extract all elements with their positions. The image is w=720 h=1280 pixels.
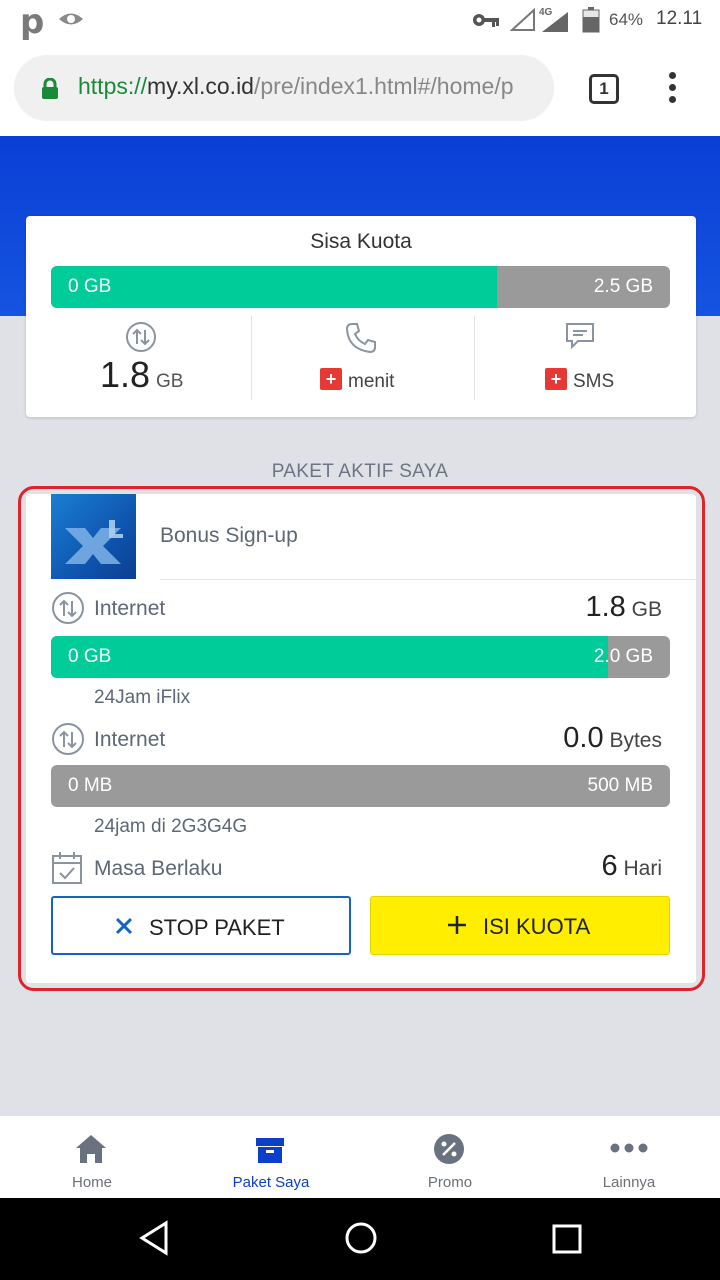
quota-row-unit: GB: [631, 598, 662, 621]
nav-item-label: Promo: [427, 1174, 473, 1191]
quota-row-value: 1.8 GB: [585, 591, 662, 624]
voice-label: menit: [348, 371, 395, 392]
url-host: my.xl.co.id: [147, 73, 254, 99]
divider: [474, 316, 475, 400]
home-button-icon[interactable]: [343, 1220, 379, 1256]
clock: 12.11: [656, 8, 703, 29]
tab-switcher-button[interactable]: 1: [589, 74, 619, 104]
calendar-icon: [52, 852, 82, 884]
add-voice-icon[interactable]: +: [320, 368, 342, 390]
quota-summary-bar: 0 GB 2.5 GB: [51, 266, 670, 308]
divider: [160, 579, 696, 580]
quota-row-bar-min: 0 MB: [68, 775, 113, 796]
validity-label: Masa Berlaku: [94, 857, 223, 880]
url-path: /pre/index1.html#/home/p: [253, 73, 514, 99]
quota-summary-card: Sisa Kuota 0 GB 2.5 GB 1.8 GB + menit + …: [26, 216, 696, 417]
top-up-quota-button[interactable]: ISI KUOTA: [370, 896, 670, 955]
battery-icon: [582, 7, 600, 33]
quota-row-bar-min: 0 GB: [68, 646, 112, 667]
back-icon[interactable]: [138, 1220, 170, 1256]
quota-summary-bar-max: 2.5 GB: [593, 276, 653, 297]
nav-item-label: Paket Saya: [232, 1174, 310, 1191]
stop-package-label: STOP PAKET: [149, 915, 285, 940]
eye-icon: [59, 13, 83, 25]
quota-row-bar-max: 2.0 GB: [593, 646, 653, 667]
phone-icon: [345, 323, 376, 354]
app-notification-icon: p: [20, 2, 45, 42]
nav-item-paket-saya[interactable]: Paket Saya: [181, 1116, 361, 1199]
quota-summary-bar-min: 0 GB: [68, 276, 112, 297]
data-transfer-icon: [52, 592, 84, 624]
recents-icon[interactable]: [551, 1223, 583, 1255]
quota-summary-title: Sisa Kuota: [310, 230, 412, 253]
nav-item-lainnya[interactable]: Lainnya: [539, 1116, 719, 1199]
validity-days: 6: [601, 850, 618, 882]
divider: [251, 316, 252, 400]
quota-row-bar: 0 GB 2.0 GB: [51, 636, 670, 678]
quota-row-bar: 0 MB 500 MB: [51, 765, 670, 807]
signal-4g-icon: [542, 12, 568, 32]
xl-logo: [51, 494, 136, 579]
validity-value: 6 Hari: [602, 850, 663, 883]
data-remaining-value: 1.8: [100, 354, 151, 395]
nav-item-home[interactable]: Home: [2, 1116, 182, 1199]
sms-icon: [566, 323, 594, 350]
signal-icon: [510, 8, 535, 31]
browser-menu-icon[interactable]: [660, 72, 684, 108]
add-sms-icon[interactable]: +: [545, 368, 567, 390]
data-transfer-icon: [52, 723, 84, 755]
quota-row-label: Internet: [94, 728, 166, 751]
quota-row-value: 0.0 Bytes: [563, 722, 662, 755]
close-icon: [115, 917, 133, 935]
data-transfer-icon: [126, 322, 156, 352]
quota-row-label: Internet: [94, 597, 166, 620]
nav-item-label: Lainnya: [602, 1174, 656, 1191]
box-icon: [256, 1138, 284, 1163]
browser-toolbar: https://my.xl.co.id/pre/index1.html#/hom…: [0, 40, 720, 136]
promo-icon: [434, 1134, 464, 1164]
status-bar: p 4G 64% 12.11: [0, 0, 720, 42]
quota-row-bar-max: 500 MB: [587, 775, 653, 796]
quota-summary-bar-fill: [51, 266, 497, 308]
home-icon: [76, 1135, 106, 1163]
validity-unit: Hari: [623, 857, 662, 880]
quota-row-unit: Bytes: [609, 729, 662, 752]
url-text[interactable]: https://my.xl.co.id/pre/index1.html#/hom…: [78, 73, 540, 103]
system-navigation-bar: [0, 1198, 720, 1280]
package-card: Bonus Sign-up Internet 1.8 GB 0 GB 2.0 G…: [26, 494, 696, 983]
quota-row-note: 24Jam iFlix: [94, 687, 191, 708]
bottom-navigation: Home Paket Saya Promo Lainnya: [0, 1115, 720, 1198]
url-scheme: https://: [78, 73, 148, 99]
nav-item-label: Home: [71, 1174, 112, 1191]
quota-row-amount: 1.8: [585, 591, 626, 623]
quota-row-bar-fill: [51, 636, 609, 678]
top-up-quota-label: ISI KUOTA: [483, 914, 591, 939]
stop-package-button[interactable]: STOP PAKET: [51, 896, 351, 955]
package-name: Bonus Sign-up: [160, 524, 298, 547]
quota-row-amount: 0.0: [563, 722, 604, 754]
nav-item-promo[interactable]: Promo: [360, 1116, 540, 1199]
section-title: PAKET AKTIF SAYA: [271, 461, 449, 482]
battery-percent: 64%: [609, 10, 644, 29]
url-bar[interactable]: https://my.xl.co.id/pre/index1.html#/hom…: [14, 55, 554, 121]
quota-row-note: 24jam di 2G3G4G: [94, 816, 248, 837]
vpn-key-icon: [473, 14, 499, 27]
more-icon: [610, 1143, 648, 1153]
lock-icon: [42, 78, 58, 99]
sms-label: SMS: [573, 371, 615, 392]
plus-icon: [448, 916, 466, 934]
data-remaining-unit: GB: [156, 371, 184, 392]
